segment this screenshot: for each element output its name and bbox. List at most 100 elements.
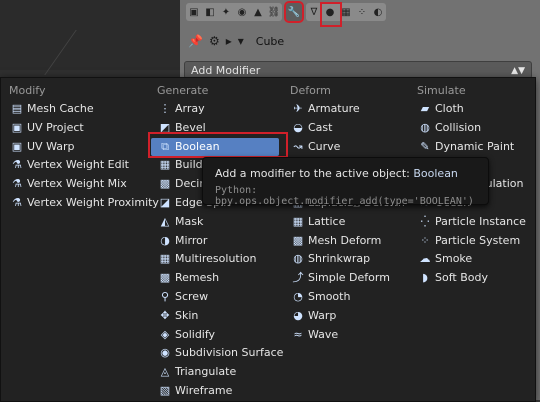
menu-item-label: Mesh Cache <box>27 102 94 115</box>
menu-item-subdivision-surface[interactable]: ◉ Subdivision Surface <box>151 344 283 363</box>
menu-item-label: Mask <box>175 214 204 228</box>
render-icon[interactable]: ▣ <box>186 3 202 21</box>
menu-item-label: Shrinkwrap <box>308 252 371 266</box>
menu-item-bevel[interactable]: ◩ Bevel <box>151 119 279 138</box>
menu-item-boolean[interactable]: ⧉ Boolean <box>151 137 279 157</box>
menu-item-label: Wireframe <box>175 383 233 397</box>
menu-column-title: Deform <box>290 84 331 97</box>
triangulate-icon: ◬ <box>160 365 170 379</box>
menu-item-lattice[interactable]: ▦ Lattice <box>284 213 406 232</box>
cloth-icon: ▰ <box>420 102 430 115</box>
tooltip-description-value: Boolean <box>413 167 458 180</box>
texture-icon[interactable]: ▦ <box>338 3 354 21</box>
object-icon[interactable]: ▲ <box>250 3 266 21</box>
menu-item-mesh-deform[interactable]: ▩ Mesh Deform <box>284 232 406 251</box>
particles-icon[interactable]: ⁘ <box>354 3 370 21</box>
skin-icon: ✥ <box>160 308 170 322</box>
menu-item-label: Particle System <box>435 233 521 247</box>
menu-item-vertex-weight-mix[interactable]: ⚗ Vertex Weight Mix <box>3 175 143 194</box>
smooth-icon: ◔ <box>293 289 303 303</box>
menu-item-vertex-weight-proximity[interactable]: ⚗ Vertex Weight Proximity <box>3 194 159 213</box>
add-modifier-label: Add Modifier <box>191 64 261 77</box>
simple-deform-icon: ⤴ <box>292 271 304 285</box>
menu-item-mesh-cache[interactable]: ▤ Mesh Cache <box>3 100 143 119</box>
remesh-icon: ▩ <box>159 271 171 285</box>
menu-column-title: Simulate <box>417 84 466 97</box>
menu-item-remesh[interactable]: ▩ Remesh <box>151 269 279 288</box>
menu-item-multiresolution[interactable]: ▦ Multiresolution <box>151 250 279 269</box>
menu-item-label: Dynamic Paint <box>435 139 515 153</box>
menu-item-uv-warp[interactable]: ▣ UV Warp <box>3 138 143 157</box>
menu-item-mirror[interactable]: ◑ Mirror <box>151 232 279 251</box>
warp-icon: ◕ <box>293 308 303 322</box>
cast-icon: ◒ <box>293 120 303 134</box>
menu-item-label: Solidify <box>175 327 216 341</box>
object-context-icon: ⚙ <box>208 34 220 48</box>
menu-item-warp[interactable]: ◕ Warp <box>284 307 406 326</box>
menu-item-particle-instance[interactable]: ⁛ Particle Instance <box>411 213 529 232</box>
menu-item-label: Collision <box>435 120 482 134</box>
vertex-weight-icon: ⚗ <box>12 177 22 191</box>
menu-item-array[interactable]: ⋮ Array <box>151 100 279 119</box>
armature-icon: ✈ <box>293 102 303 115</box>
multires-icon: ▦ <box>159 252 171 266</box>
scene-icon[interactable]: ✦ <box>218 3 234 21</box>
physics-icon[interactable]: ◐ <box>370 3 386 21</box>
menu-item-shrinkwrap[interactable]: ◍ Shrinkwrap <box>284 250 406 269</box>
menu-item-wireframe[interactable]: ▧ Wireframe <box>151 382 279 401</box>
constraints-icon[interactable]: ⛓ <box>266 3 282 21</box>
menu-item-triangulate[interactable]: ◬ Triangulate <box>151 363 279 382</box>
chevron-right-icon: ▸ <box>225 34 232 48</box>
boolean-icon: ⧉ <box>161 139 169 153</box>
mesh-object-icon: ▾ <box>237 34 244 48</box>
mirror-icon: ◑ <box>160 233 170 247</box>
menu-item-wave[interactable]: ≈ Wave <box>284 326 406 345</box>
menu-item-screw[interactable]: ⚲ Screw <box>151 288 279 307</box>
menu-item-cloth[interactable]: ▰ Cloth <box>411 100 529 119</box>
menu-item-smoke[interactable]: ☁ Smoke <box>411 250 529 269</box>
menu-item-smooth[interactable]: ◔ Smooth <box>284 288 406 307</box>
menu-item-soft-body[interactable]: ◗ Soft Body <box>411 269 529 288</box>
menu-item-vertex-weight-edit[interactable]: ⚗ Vertex Weight Edit <box>3 156 143 175</box>
render-layers-icon[interactable]: ◧ <box>202 3 218 21</box>
pin-icon[interactable]: 📌 <box>188 34 203 48</box>
menu-item-label: Bevel <box>175 120 206 134</box>
menu-item-simple-deform[interactable]: ⤴ Simple Deform <box>284 269 406 288</box>
menu-item-cast[interactable]: ◒ Cast <box>284 119 406 138</box>
menu-item-solidify[interactable]: ◈ Solidify <box>151 326 279 345</box>
menu-item-skin[interactable]: ✥ Skin <box>151 307 279 326</box>
menu-item-label: Skin <box>175 308 199 322</box>
menu-item-curve[interactable]: ↝ Curve <box>284 138 406 157</box>
build-icon: ▦ <box>159 158 171 172</box>
menu-item-collision[interactable]: ◍ Collision <box>411 119 529 138</box>
bevel-icon: ◩ <box>159 120 171 134</box>
menu-item-label: Mirror <box>175 233 208 247</box>
screw-icon: ⚲ <box>160 289 170 303</box>
material-icon[interactable]: ● <box>322 3 338 21</box>
edge-split-icon: ◪ <box>159 195 171 209</box>
menu-item-label: UV Project <box>27 120 84 134</box>
particle-instance-icon: ⁛ <box>420 214 430 228</box>
menu-item-label: Screw <box>175 289 209 303</box>
properties-header: ▣ ◧ ✦ ◉ ▲ ⛓ 🔧 ∇ ● ▦ ⁘ ◐ <box>180 0 540 28</box>
menu-item-label: Vertex Weight Mix <box>27 177 127 191</box>
menu-item-label: Curve <box>308 139 341 153</box>
menu-item-armature[interactable]: ✈ Armature <box>284 100 406 119</box>
menu-item-label: Cloth <box>435 102 464 115</box>
menu-item-mask[interactable]: ◭ Mask <box>151 213 279 232</box>
soft-body-icon: ◗ <box>422 271 428 285</box>
world-icon[interactable]: ◉ <box>234 3 250 21</box>
menu-item-uv-project[interactable]: ▣ UV Project <box>3 119 143 138</box>
menu-item-particle-system[interactable]: ⁘ Particle System <box>411 232 529 251</box>
menu-item-label: Wave <box>308 327 339 341</box>
vertex-weight-icon: ⚗ <box>12 195 22 209</box>
menu-item-label: Soft Body <box>435 271 488 285</box>
modifiers-wrench-icon[interactable]: 🔧 <box>284 1 304 23</box>
uv-project-icon: ▣ <box>11 120 23 134</box>
data-icon[interactable]: ∇ <box>306 3 322 21</box>
menu-item-dynamic-paint[interactable]: ✎ Dynamic Paint <box>411 138 529 157</box>
mask-icon: ◭ <box>160 214 170 228</box>
tooltip: Add a modifier to the active object: Boo… <box>202 157 489 207</box>
context-path: 📌 ⚙ ▸ ▾ Cube <box>188 31 284 51</box>
menu-item-label: Lattice <box>308 214 346 228</box>
